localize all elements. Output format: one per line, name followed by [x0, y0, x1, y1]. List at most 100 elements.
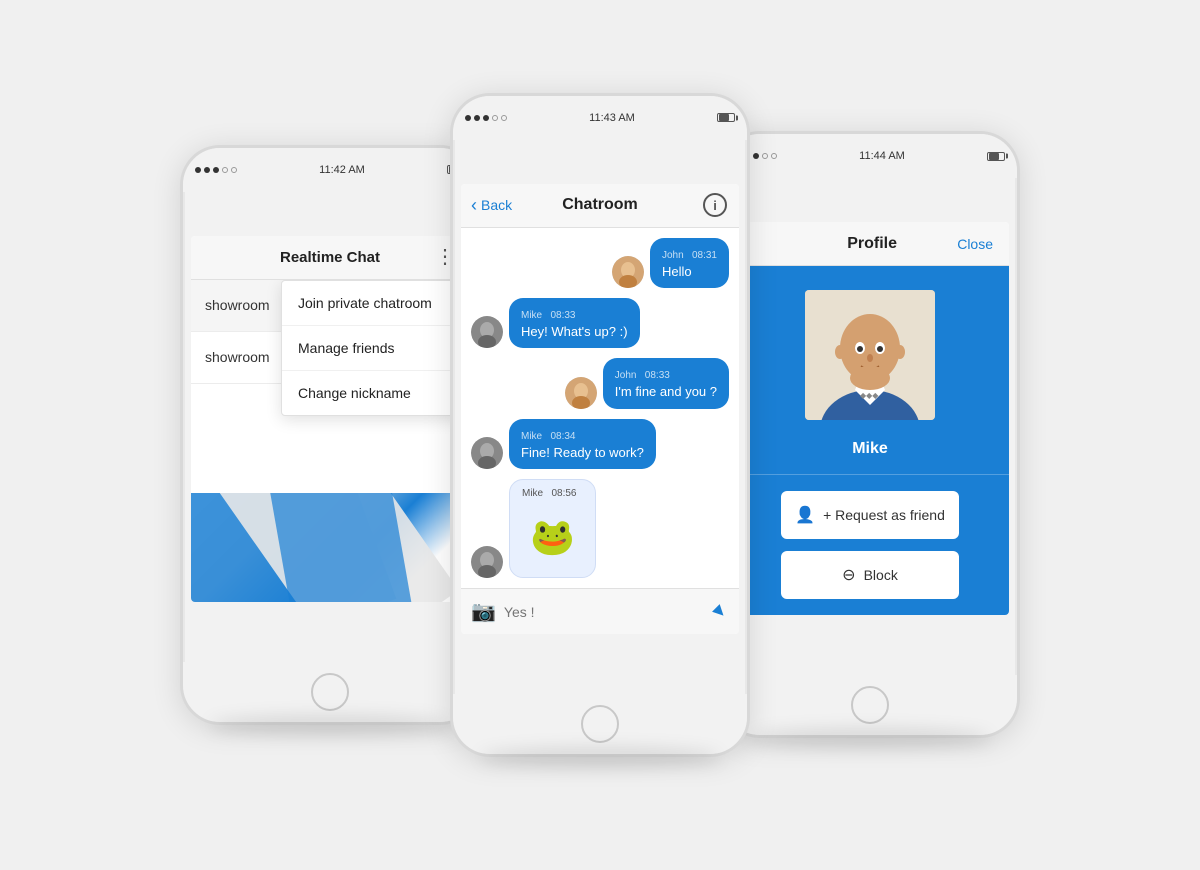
- profile-content: ◆◆◆ Mike 👤 + Request as friend: [731, 266, 1009, 615]
- phone1-top: 11:42 AM: [183, 148, 477, 192]
- message-row-5: Mike 08:56 🐸: [471, 479, 729, 578]
- mike-avatar-2: [471, 437, 503, 469]
- chat-input-bar: 📷 ►: [461, 588, 739, 634]
- msg-text-1: Hello: [662, 263, 717, 281]
- john-face-2: [565, 377, 597, 409]
- scene: 11:42 AM Realtime Chat ⋮ showroom: [110, 43, 1090, 828]
- msg-meta-3: John 08:33: [615, 370, 670, 381]
- chat-list: showroom showroom Join private chatroom …: [191, 280, 469, 493]
- mike-avatar-1: [471, 316, 503, 348]
- phone2-wrapper: 11:43 AM ‹ Back Chatroom i: [450, 93, 750, 758]
- phone1-bottom: [183, 662, 477, 722]
- phone1-time: 11:42 AM: [319, 164, 365, 176]
- dot3-3: [753, 153, 759, 159]
- svg-text:◆◆◆: ◆◆◆: [860, 391, 879, 400]
- phone1-frame: 11:42 AM Realtime Chat ⋮ showroom: [180, 145, 480, 725]
- home-button-3[interactable]: [851, 686, 889, 724]
- send-button[interactable]: ►: [706, 598, 733, 625]
- john-face-1: [612, 256, 644, 288]
- back-button[interactable]: ‹ Back: [471, 195, 512, 216]
- dot3-5: [771, 153, 777, 159]
- msg-meta-1: John 08:31: [662, 250, 717, 261]
- signal-dots-2: [465, 115, 507, 121]
- add-friend-icon: 👤: [795, 505, 815, 525]
- phone1-wrapper: 11:42 AM Realtime Chat ⋮ showroom: [180, 145, 480, 725]
- msg-meta-4: Mike 08:34: [521, 431, 575, 442]
- dot2-2: [474, 115, 480, 121]
- phone3-frame: 11:44 AM Profile Close: [720, 131, 1020, 738]
- phone1-shadow: [210, 715, 450, 735]
- back-label: Back: [481, 197, 512, 213]
- phone2-shadow: [480, 747, 720, 767]
- dot2-5: [501, 115, 507, 121]
- john-avatar-1: [612, 256, 644, 288]
- dropdown-item-3[interactable]: Change nickname: [282, 371, 468, 415]
- dot4: [222, 167, 228, 173]
- phone2-status-bar: 11:43 AM: [453, 108, 747, 128]
- dropdown-item-2[interactable]: Manage friends: [282, 326, 468, 371]
- block-button[interactable]: ⊖ Block: [781, 551, 959, 599]
- back-chevron-icon: ‹: [471, 195, 477, 216]
- dot3-4: [762, 153, 768, 159]
- chatroom-header: ‹ Back Chatroom i: [461, 184, 739, 228]
- battery-fill-3: [989, 153, 999, 160]
- info-button[interactable]: i: [703, 193, 727, 217]
- app-background: [191, 493, 469, 602]
- request-friend-label: + Request as friend: [823, 507, 945, 523]
- message-bubble-1: John 08:31 Hello: [650, 238, 729, 288]
- msg-meta-2: Mike 08:33: [521, 310, 575, 321]
- dropdown-item-1[interactable]: Join private chatroom: [282, 281, 468, 326]
- message-bubble-wrap-3: John 08:33 I'm fine and you ?: [603, 358, 729, 408]
- chat-item-2-label: showroom: [205, 349, 270, 365]
- phone2-frame: 11:43 AM ‹ Back Chatroom i: [450, 93, 750, 758]
- profile-header: Profile Close: [731, 222, 1009, 266]
- app-header: Realtime Chat ⋮: [191, 236, 469, 280]
- frog-emoji: 🐸: [522, 504, 583, 570]
- profile-photo-container: ◆◆◆: [805, 266, 935, 432]
- mike-face-3: [471, 546, 503, 578]
- message-bubble-5: Mike 08:56 🐸: [509, 479, 596, 578]
- profile-avatar-svg: ◆◆◆: [805, 290, 935, 420]
- message-bubble-4: Mike 08:34 Fine! Ready to work?: [509, 419, 656, 469]
- phone3-status-bar: 11:44 AM: [723, 146, 1017, 166]
- phone3-top: 11:44 AM: [723, 134, 1017, 178]
- phone3-screen: Profile Close: [731, 222, 1009, 615]
- message-row-1: John 08:31 Hello: [471, 238, 729, 288]
- message-bubble-wrap-5: Mike 08:56 🐸: [509, 479, 596, 578]
- camera-icon[interactable]: 📷: [471, 599, 496, 624]
- msg-text-3: I'm fine and you ?: [615, 383, 717, 401]
- battery3: [987, 152, 1005, 161]
- app-title: Realtime Chat: [280, 249, 380, 266]
- mike-face-2: [471, 437, 503, 469]
- message-row-4: Mike 08:34 Fine! Ready to work?: [471, 419, 729, 469]
- chat-input[interactable]: [504, 604, 703, 620]
- dropdown-menu: Join private chatroom Manage friends Cha…: [281, 280, 469, 416]
- chatroom-title: Chatroom: [562, 196, 638, 214]
- phone2-screen: ‹ Back Chatroom i John 08:31 Hello: [461, 184, 739, 635]
- profile-title: Profile: [787, 235, 957, 253]
- dot2-1: [465, 115, 471, 121]
- msg-text-2: Hey! What's up? :): [521, 323, 628, 341]
- dot2-4: [492, 115, 498, 121]
- home-button-2[interactable]: [581, 705, 619, 743]
- chat-messages: John 08:31 Hello: [461, 228, 739, 589]
- phone2-top: 11:43 AM: [453, 96, 747, 140]
- profile-photo: ◆◆◆: [805, 290, 935, 420]
- message-row-2: Mike 08:33 Hey! What's up? :): [471, 298, 729, 348]
- close-button[interactable]: Close: [957, 236, 993, 252]
- profile-name-container: Mike: [731, 432, 1009, 475]
- msg-text-4: Fine! Ready to work?: [521, 444, 644, 462]
- message-bubble-2: Mike 08:33 Hey! What's up? :): [509, 298, 640, 348]
- battery-fill-2: [719, 114, 729, 121]
- request-friend-button[interactable]: 👤 + Request as friend: [781, 491, 959, 539]
- phone1-status-bar: 11:42 AM: [183, 160, 477, 180]
- block-label: Block: [864, 567, 898, 583]
- profile-actions: 👤 + Request as friend ⊖ Block: [765, 475, 975, 615]
- dot2: [204, 167, 210, 173]
- home-button-1[interactable]: [311, 673, 349, 711]
- chat-item-1-label: showroom: [205, 297, 270, 313]
- mike-face-1: [471, 316, 503, 348]
- dot1: [195, 167, 201, 173]
- message-bubble-wrap-4: Mike 08:34 Fine! Ready to work?: [509, 419, 656, 469]
- message-row-3: John 08:33 I'm fine and you ?: [471, 358, 729, 408]
